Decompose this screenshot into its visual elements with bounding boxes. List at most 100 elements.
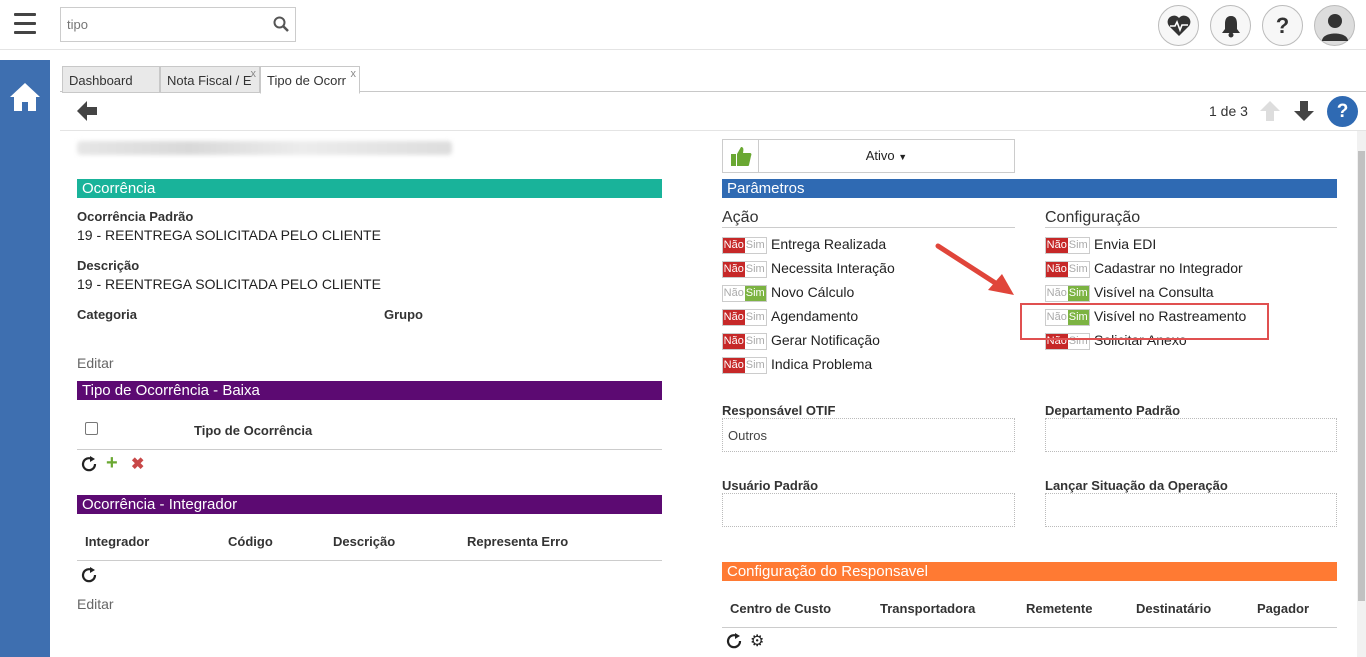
toggle-no[interactable]: Não (723, 238, 745, 253)
user-avatar[interactable] (1314, 5, 1355, 46)
config-label: Visível na Consulta (1094, 284, 1214, 300)
gear-icon[interactable]: ⚙ (750, 631, 764, 651)
ocorrencia-padrao-value: 19 - REENTREGA SOLICITADA PELO CLIENTE (77, 227, 381, 243)
select-all-checkbox[interactable] (85, 422, 98, 435)
config-toggle[interactable]: Não Sim (1045, 285, 1090, 302)
col-tipo-ocorrencia: Tipo de Ocorrência (194, 423, 313, 438)
acao-toggle[interactable]: Não Sim (722, 237, 767, 254)
ocorrencia-header: Ocorrência (77, 179, 662, 198)
divider (77, 449, 662, 450)
col-codigo: Código (228, 534, 273, 549)
departamento-padrao-field[interactable] (1045, 418, 1337, 452)
descricao-label: Descrição (77, 258, 140, 273)
usuario-padrao-label: Usuário Padrão (722, 478, 819, 493)
toggle-yes[interactable]: Sim (1067, 262, 1089, 277)
highlight-box (1020, 303, 1269, 340)
tab-tipo-ocorrencia[interactable]: Tipo de Ocorr x (260, 66, 360, 94)
toggle-no[interactable]: Não (1046, 238, 1068, 253)
toggle-yes[interactable]: Sim (1067, 238, 1089, 253)
tab-label: Nota Fiscal / E (167, 73, 252, 88)
status-dropdown[interactable]: Ativo ▼ (722, 139, 1015, 173)
editar-link[interactable]: Editar (77, 355, 114, 371)
close-icon[interactable]: x (251, 68, 257, 80)
acao-label: Necessita Interação (771, 260, 895, 276)
toggle-yes[interactable]: Sim (1067, 286, 1089, 301)
descricao-value: 19 - REENTREGA SOLICITADA PELO CLIENTE (77, 276, 381, 292)
top-bar: ? (0, 0, 1366, 50)
toggle-no[interactable]: Não (1046, 286, 1068, 301)
categoria-label: Categoria (77, 307, 137, 322)
tab-nota-fiscal[interactable]: Nota Fiscal / Ex (160, 66, 260, 93)
tab-bar: Dashboard Nota Fiscal / Ex Tipo de Ocorr… (60, 64, 1366, 94)
toggle-yes[interactable]: Sim (744, 262, 766, 277)
lancar-situacao-field[interactable] (1045, 493, 1337, 527)
config-label: Envia EDI (1094, 236, 1157, 252)
tab-label: Tipo de Ocorr (267, 73, 346, 88)
scrollbar-thumb[interactable] (1358, 151, 1365, 601)
close-icon[interactable]: x (351, 68, 357, 80)
toggle-no[interactable]: Não (723, 310, 745, 325)
toggle-no[interactable]: Não (723, 286, 745, 301)
arrow-up-icon[interactable] (1258, 99, 1282, 123)
divider (1045, 227, 1337, 228)
col-pagador: Pagador (1257, 601, 1310, 616)
divider (722, 227, 1015, 228)
help-circle-button[interactable]: ? (1327, 96, 1358, 127)
menu-icon[interactable] (14, 13, 36, 35)
config-toggle[interactable]: Não Sim (1045, 261, 1090, 278)
lancar-situacao-label: Lançar Situação da Operação (1045, 478, 1228, 493)
responsavel-otif-field[interactable]: Outros (722, 418, 1015, 452)
baixa-header: Tipo de Ocorrência - Baixa (77, 381, 662, 400)
toggle-yes[interactable]: Sim (744, 310, 766, 325)
toggle-no[interactable]: Não (723, 262, 745, 277)
integrador-header: Ocorrência - Integrador (77, 495, 662, 514)
ocorrencia-padrao-label: Ocorrência Padrão (77, 209, 194, 224)
acao-label: Novo Cálculo (771, 284, 855, 300)
help-button[interactable]: ? (1262, 5, 1303, 46)
delete-icon[interactable]: ✖ (131, 454, 144, 474)
arrow-down-icon[interactable] (1292, 99, 1316, 123)
search-icon[interactable] (273, 16, 289, 32)
editar-link[interactable]: Editar (77, 596, 114, 612)
config-responsavel-header: Configuração do Responsavel (722, 562, 1337, 581)
back-arrow-icon[interactable] (75, 99, 99, 123)
acao-title: Ação (722, 209, 759, 226)
refresh-icon[interactable] (80, 455, 98, 473)
acao-toggle[interactable]: Não Sim (722, 333, 767, 350)
responsavel-otif-label: Responsável OTIF (722, 403, 836, 418)
acao-toggle[interactable]: Não Sim (722, 285, 767, 302)
toggle-no[interactable]: Não (723, 334, 745, 349)
home-icon[interactable] (8, 80, 42, 114)
toggle-yes[interactable]: Sim (744, 358, 766, 373)
pager: 1 de 3 (1209, 103, 1248, 119)
config-toggle[interactable]: Não Sim (1045, 237, 1090, 254)
col-destinatario: Destinatário (1136, 601, 1212, 616)
toggle-no[interactable]: Não (723, 358, 745, 373)
toggle-yes[interactable]: Sim (744, 238, 766, 253)
add-icon[interactable]: + (106, 452, 118, 475)
acao-toggle[interactable]: Não Sim (722, 309, 767, 326)
configuracao-title: Configuração (1045, 209, 1141, 226)
refresh-icon[interactable] (725, 632, 743, 650)
col-integrador: Integrador (85, 534, 150, 549)
refresh-icon[interactable] (80, 566, 98, 584)
toggle-no[interactable]: Não (1046, 262, 1068, 277)
acao-toggle[interactable]: Não Sim (722, 261, 767, 278)
scrollbar[interactable] (1357, 131, 1366, 657)
tab-dashboard[interactable]: Dashboard (62, 66, 160, 93)
search-input[interactable] (61, 8, 261, 41)
acao-toggle[interactable]: Não Sim (722, 357, 767, 374)
toggle-yes[interactable]: Sim (744, 286, 766, 301)
health-button[interactable] (1158, 5, 1199, 46)
user-icon (1321, 13, 1348, 41)
redacted-text (77, 141, 452, 155)
sidebar (0, 60, 50, 657)
grupo-label: Grupo (384, 307, 423, 322)
acao-label: Gerar Notificação (771, 332, 880, 348)
thumbs-up-icon (723, 140, 759, 172)
departamento-padrao-label: Departamento Padrão (1045, 403, 1181, 418)
notifications-button[interactable] (1210, 5, 1251, 46)
status-label: Ativo ▼ (759, 140, 1014, 172)
usuario-padrao-field[interactable] (722, 493, 1015, 527)
toggle-yes[interactable]: Sim (744, 334, 766, 349)
